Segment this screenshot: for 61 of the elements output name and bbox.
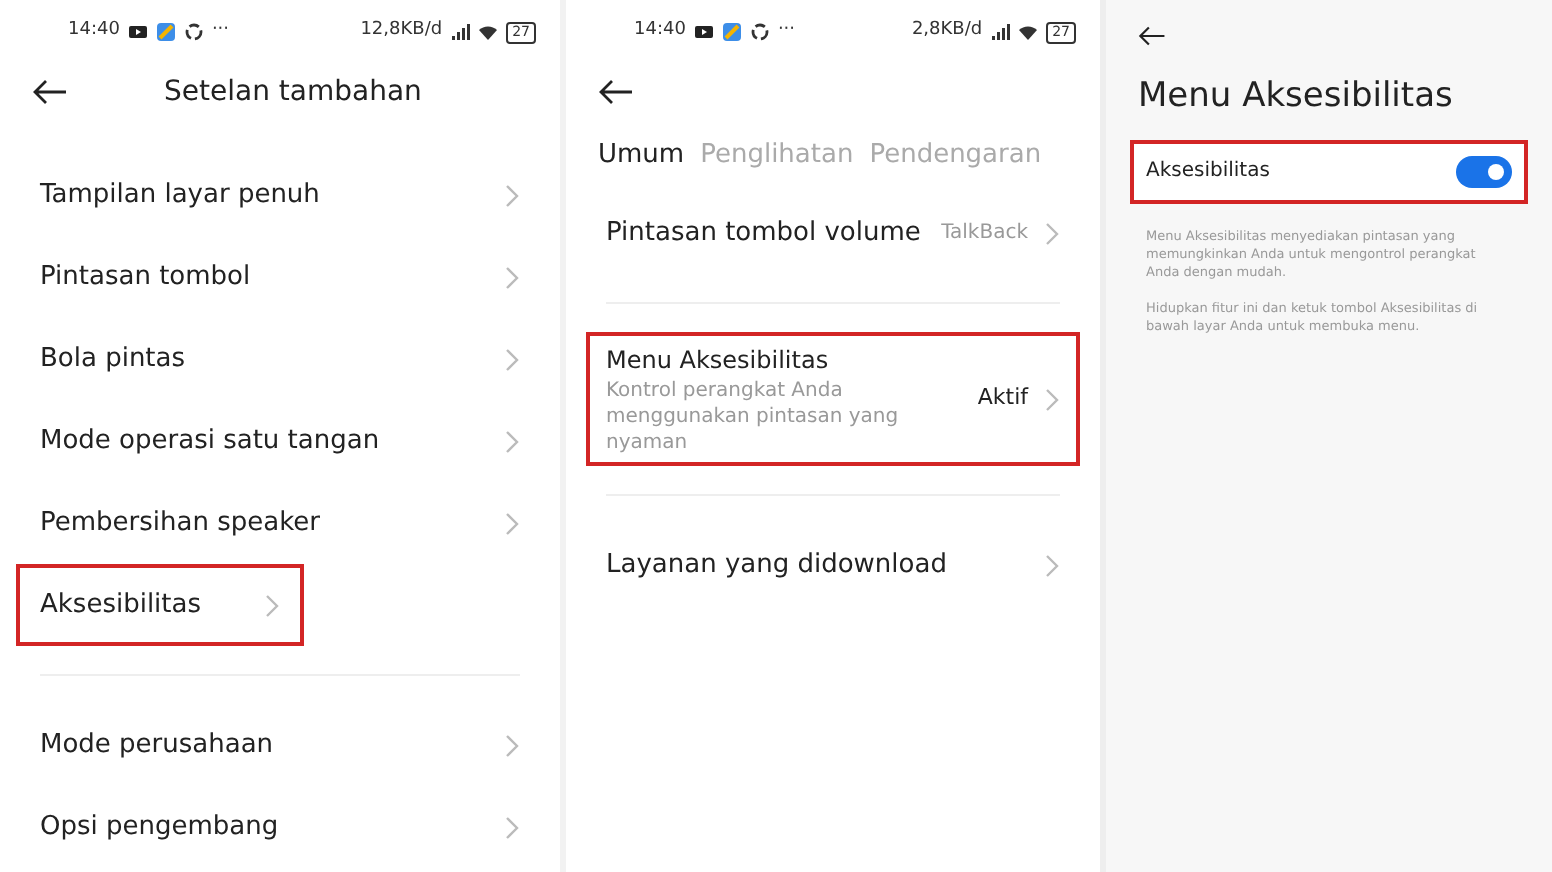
list-item[interactable]: Opsi pengembang	[0, 786, 560, 868]
chevron-icon	[504, 183, 520, 207]
network-speed: 12,8KB/d	[360, 18, 443, 45]
list-item[interactable]: Mode perusahaan	[0, 704, 560, 786]
item-label: Layanan yang didownload	[606, 547, 947, 584]
page-title: Menu Aksesibilitas	[1136, 74, 1455, 120]
item-label: Mode perusahaan	[40, 727, 274, 764]
list-item[interactable]: Pembersihan speaker	[0, 482, 560, 564]
list-item[interactable]: Aksesibilitas	[16, 564, 304, 646]
chevron-icon	[1044, 221, 1060, 245]
item-label: Mode operasi satu tangan	[40, 423, 380, 460]
list-item[interactable]: Pintasan tombol volume TalkBack	[566, 192, 1100, 274]
list-item[interactable]: Mode operasi satu tangan	[0, 400, 560, 482]
list-item[interactable]: Pintasan tombol	[0, 236, 560, 318]
video-icon	[693, 22, 714, 42]
app-icon	[155, 22, 176, 42]
wifi-icon	[478, 22, 499, 42]
chevron-icon	[1044, 553, 1060, 577]
item-label: Opsi pengembang	[40, 809, 279, 846]
item-label: Tampilan layar penuh	[40, 177, 320, 214]
toggle-label: Aksesibilitas	[1146, 158, 1270, 186]
video-icon	[127, 22, 148, 42]
list-item[interactable]: Layanan yang didownload	[566, 524, 1100, 606]
page-title: Setelan tambahan	[164, 73, 422, 111]
chevron-icon	[504, 511, 520, 535]
network-speed: 2,8KB/d	[911, 18, 983, 45]
list-item[interactable]: Bola pintas	[0, 318, 560, 400]
chevron-icon	[504, 265, 520, 289]
item-value: TalkBack	[941, 220, 1028, 248]
chevron-icon	[504, 429, 520, 453]
back-icon[interactable]	[1138, 22, 1166, 50]
clock-text: 14:40	[634, 18, 686, 45]
chevron-icon	[504, 733, 520, 757]
item-label: Bola pintas	[40, 341, 186, 378]
back-icon[interactable]	[32, 78, 68, 106]
item-label: Pintasan tombol	[40, 259, 251, 296]
sync-icon	[183, 22, 204, 42]
tab[interactable]: Umum	[598, 136, 701, 176]
more-text: ···	[211, 18, 230, 45]
signal-icon	[990, 22, 1011, 42]
chevron-icon	[1044, 387, 1060, 411]
toggle-row[interactable]: Aksesibilitas	[1130, 139, 1528, 203]
item-label: Pintasan tombol volume	[606, 215, 921, 252]
sync-icon	[749, 22, 770, 42]
item-description: Kontrol perangkat Anda menggunakan pintasan yang nyaman	[606, 378, 901, 456]
item-title: Menu Aksesibilitas	[606, 344, 831, 378]
more-text: ···	[777, 18, 796, 45]
chevron-icon	[504, 347, 520, 371]
signal-icon	[450, 22, 471, 42]
app-icon	[721, 22, 742, 42]
item-label: Pembersihan speaker	[40, 505, 320, 542]
list-item[interactable]: Tampilan layar penuh	[0, 154, 560, 236]
chevron-icon	[264, 593, 280, 617]
list-item[interactable]: Menu Aksesibilitas Kontrol perangkat Anda menggunakan pintasan yang nyaman Aktif	[586, 332, 1080, 466]
item-value: Aktif	[977, 382, 1028, 415]
item-label: Aksesibilitas	[40, 587, 202, 624]
wifi-icon	[1018, 22, 1039, 42]
chevron-icon	[504, 815, 520, 839]
toggle-switch[interactable]	[1456, 155, 1512, 187]
clock-text: 14:40	[68, 18, 120, 45]
back-icon[interactable]	[598, 78, 634, 106]
